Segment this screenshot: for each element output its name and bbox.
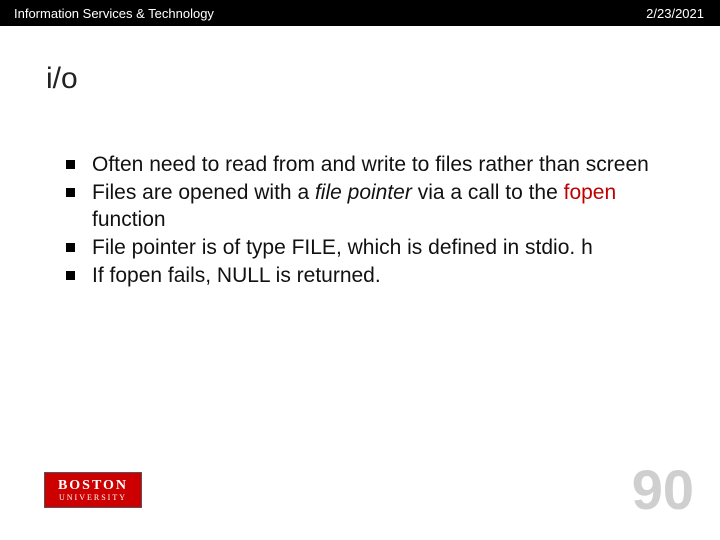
bullet-text: If fopen fails, NULL is returned. (92, 264, 381, 287)
slide-body: Often need to read from and write to fil… (0, 96, 720, 289)
bullet-text: Often need to read from and write to fil… (92, 153, 649, 176)
header-bar: Information Services & Technology 2/23/2… (0, 0, 720, 26)
bullet-text: Files are opened with a (92, 181, 315, 204)
header-org: Information Services & Technology (14, 6, 214, 21)
logo-line2: UNIVERSITY (59, 494, 127, 502)
boston-university-logo: BOSTON UNIVERSITY (44, 472, 142, 508)
bullet-item: Files are opened with a file pointer via… (60, 180, 660, 233)
logo-line1: BOSTON (58, 479, 128, 493)
slide: Information Services & Technology 2/23/2… (0, 0, 720, 540)
bullet-item: If fopen fails, NULL is returned. (60, 263, 660, 289)
bullet-text-italic: file pointer (315, 181, 412, 204)
page-number: 90 (632, 457, 694, 522)
bullet-list: Often need to read from and write to fil… (60, 152, 660, 289)
header-date: 2/23/2021 (646, 6, 704, 21)
bullet-text-keyword: fopen (564, 181, 617, 204)
bullet-text: function (92, 208, 166, 231)
bullet-item: File pointer is of type FILE, which is d… (60, 235, 660, 261)
bullet-text: File pointer is of type FILE, which is d… (92, 236, 593, 259)
bullet-item: Often need to read from and write to fil… (60, 152, 660, 178)
bullet-text: via a call to the (412, 181, 564, 204)
slide-title: i/o (0, 26, 720, 96)
